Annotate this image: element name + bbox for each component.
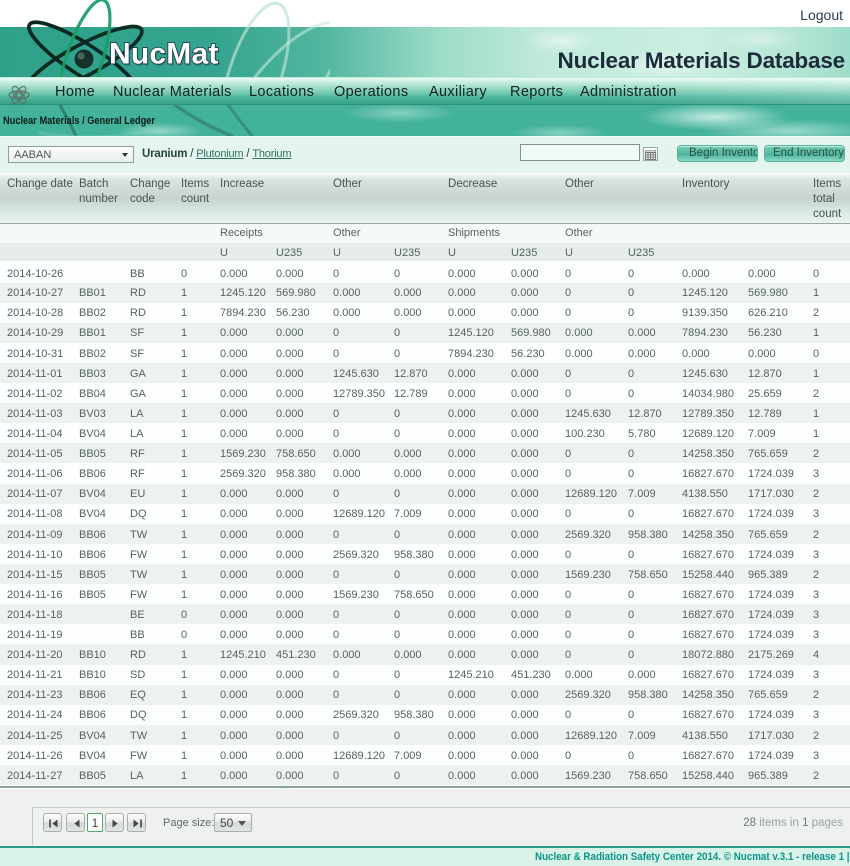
svg-text:NucMat: NucMat: [109, 38, 219, 71]
